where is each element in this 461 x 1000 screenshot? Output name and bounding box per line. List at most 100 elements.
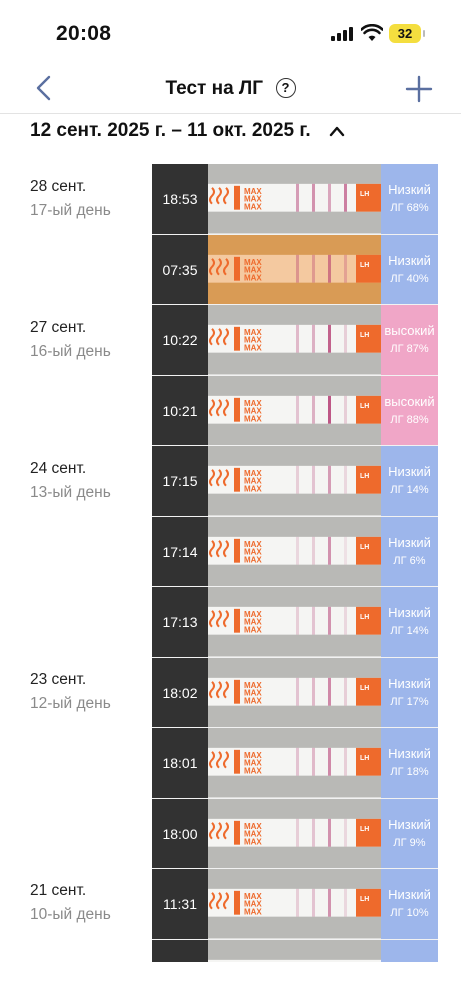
- day-date: 23 сент.: [30, 671, 87, 688]
- test-time: 18:00: [162, 825, 198, 842]
- test-strip-photo: MAXMAXMAXLH: [208, 657, 382, 727]
- test-row[interactable]: 17:15 MAX MAX MAX LH Низкий ЛГ 14%: [152, 446, 438, 517]
- lh-percent: ЛГ 18%: [390, 766, 429, 778]
- lh-level-label: высокий: [384, 323, 435, 338]
- test-row[interactable]: 18:02 MAX MAX MAX LH Низкий ЛГ 17%: [152, 657, 438, 728]
- test-strip-photo: MAXMAXMAXLH: [208, 164, 382, 234]
- lh-percent: ЛГ 88%: [390, 413, 429, 426]
- help-question-icon[interactable]: ?: [275, 78, 296, 98]
- test-strip-photo: MAXMAXMAXLH: [208, 869, 382, 939]
- test-time-cell: 18:01: [152, 728, 208, 798]
- test-time-cell: 18:00: [152, 798, 208, 868]
- test-time-cell: 10:22: [152, 305, 208, 375]
- svg-text:LH: LH: [360, 896, 369, 903]
- test-row[interactable]: 11:31 MAX MAX MAX LH Низкий ЛГ 10%: [152, 869, 438, 940]
- svg-text:MAX: MAX: [244, 344, 262, 353]
- lh-level-cell: Низкий ЛГ 40%: [381, 234, 438, 304]
- day-label: 24 сент. 13-ый день: [30, 460, 111, 502]
- lh-level-label: Низкий: [388, 252, 431, 268]
- lh-percent: ЛГ 17%: [390, 695, 429, 708]
- date-range-label: 12 сент. 2025 г. – 11 окт. 2025 г.: [30, 120, 311, 141]
- cellular-signal-icon: [331, 27, 353, 41]
- test-row[interactable]: 17:14 MAX MAX MAX LH Низкий ЛГ 6%: [152, 516, 438, 587]
- test-row[interactable]: 18:00 MAX MAX MAX LH Низкий ЛГ 9%: [152, 798, 438, 869]
- lh-percent: ЛГ 9%: [393, 836, 426, 849]
- test-time-cell: 18:02: [152, 657, 208, 727]
- svg-text:LH: LH: [360, 825, 369, 832]
- test-strip-photo: MAXMAXMAXLH: [208, 516, 382, 586]
- page-title: Тест на ЛГ: [165, 78, 264, 99]
- test-history-list: 28 сент. 17-ый день 27 сент. 16-ый день …: [12, 150, 461, 962]
- svg-text:LH: LH: [360, 473, 369, 480]
- lh-percent: ЛГ 6%: [393, 554, 426, 567]
- battery-icon: 32: [389, 24, 425, 43]
- lh-level-label: Низкий: [388, 182, 431, 197]
- test-row[interactable]: 18:53 MAX MAX MAX LH Низкий ЛГ 68%: [152, 164, 438, 235]
- test-row[interactable]: 07:35 MAX MAX MAX LH Низкий ЛГ 40%: [152, 234, 438, 305]
- lh-level-cell: Низкий ЛГ 17%: [381, 657, 438, 727]
- cycle-day: 16-ый день: [30, 343, 111, 360]
- svg-text:LH: LH: [360, 261, 369, 268]
- lh-percent: ЛГ 87%: [390, 343, 429, 355]
- svg-text:MAX: MAX: [244, 837, 262, 846]
- test-time-cell: [152, 939, 208, 962]
- test-time-cell: 17:14: [152, 516, 208, 586]
- test-row[interactable]: 10:21 MAX MAX MAX LH высокий ЛГ 88%: [152, 375, 438, 446]
- test-time: 10:22: [162, 332, 198, 348]
- lh-level-cell: Низкий ЛГ 9%: [381, 798, 438, 868]
- test-time-cell: 17:13: [152, 587, 208, 657]
- test-strip-photo: [208, 939, 382, 962]
- test-time-cell: 10:21: [152, 375, 208, 445]
- test-row[interactable]: 17:13 MAX MAX MAX LH Низкий ЛГ 14%: [152, 587, 438, 658]
- test-time: 18:02: [162, 684, 198, 701]
- lh-percent: ЛГ 14%: [390, 625, 429, 637]
- test-time-cell: 18:53: [152, 164, 208, 234]
- cycle-day: 12-ый день: [30, 695, 111, 712]
- date-range-selector[interactable]: 12 сент. 2025 г. – 11 окт. 2025 г.: [30, 118, 345, 144]
- lh-level-label: Низкий: [388, 816, 431, 832]
- svg-text:MAX: MAX: [244, 767, 262, 776]
- lh-level-label: Низкий: [388, 605, 431, 620]
- lh-level-cell: Низкий ЛГ 10%: [381, 869, 438, 939]
- svg-text:MAX: MAX: [244, 555, 262, 564]
- status-time: 20:08: [56, 22, 112, 45]
- test-row[interactable]: [152, 939, 438, 962]
- test-time: 07:35: [162, 261, 198, 278]
- test-row[interactable]: 18:01 MAX MAX MAX LH Низкий ЛГ 18%: [152, 728, 438, 799]
- svg-text:LH: LH: [360, 614, 369, 621]
- lh-level-cell: высокий ЛГ 87%: [381, 305, 438, 375]
- svg-text:LH: LH: [360, 684, 369, 691]
- day-label: 28 сент. 17-ый день: [30, 178, 111, 220]
- lh-level-label: Низкий: [388, 887, 431, 902]
- lh-level-label: высокий: [384, 393, 435, 409]
- test-time-cell: 17:15: [152, 446, 208, 516]
- svg-text:MAX: MAX: [244, 696, 262, 705]
- test-strip-photo: MAXMAXMAXLH: [208, 234, 382, 304]
- day-label: 27 сент. 16-ый день: [30, 319, 111, 361]
- lh-percent: ЛГ 40%: [390, 272, 429, 285]
- lh-level-cell: Низкий ЛГ 68%: [381, 164, 438, 234]
- test-row[interactable]: 10:22 MAX MAX MAX LH высокий ЛГ 87%: [152, 305, 438, 376]
- lh-level-label: Низкий: [388, 746, 431, 761]
- lh-percent: ЛГ 10%: [390, 907, 429, 919]
- svg-text:LH: LH: [360, 191, 369, 198]
- lh-level-label: Низкий: [388, 464, 431, 479]
- test-time: 18:53: [162, 191, 198, 207]
- test-time: 17:13: [162, 614, 198, 630]
- test-time: 17:15: [162, 473, 198, 489]
- svg-text:MAX: MAX: [244, 485, 262, 494]
- test-strip-photo: MAXMAXMAXLH: [208, 728, 382, 798]
- day-label: 21 сент. 10-ый день: [30, 882, 111, 924]
- lh-level-cell: [381, 939, 438, 962]
- lh-level-label: Низкий: [388, 534, 431, 550]
- day-date: 28 сент.: [30, 178, 87, 195]
- day-label: 23 сент. 12-ый день: [30, 671, 111, 713]
- test-strip-photo: MAXMAXMAXLH: [208, 798, 382, 868]
- cycle-day: 10-ый день: [30, 906, 111, 923]
- test-strip-photo: MAXMAXMAXLH: [208, 587, 382, 657]
- day-date: 21 сент.: [30, 882, 87, 899]
- test-strip-photo: MAXMAXMAXLH: [208, 305, 382, 375]
- test-time: 11:31: [163, 896, 197, 912]
- add-plus-icon[interactable]: [404, 74, 434, 104]
- svg-text:MAX: MAX: [244, 273, 262, 282]
